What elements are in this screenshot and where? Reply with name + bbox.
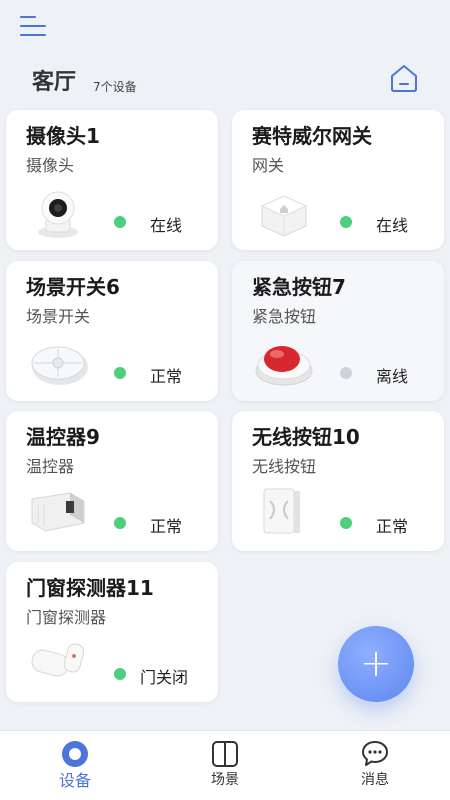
device-type: 场景开关: [26, 307, 91, 326]
tab-label: 场景: [211, 772, 239, 788]
menu-button[interactable]: [20, 14, 48, 38]
home-icon[interactable]: [388, 62, 420, 94]
device-status: 离线: [376, 367, 409, 386]
tab-scenes[interactable]: 场景: [150, 731, 300, 800]
device-name: 紧急按钮7: [252, 275, 346, 299]
device-card-camera[interactable]: 摄像头1 摄像头 在线: [6, 110, 218, 250]
device-status: 正常: [150, 367, 183, 386]
message-icon: [360, 739, 390, 769]
device-card-wireless-button[interactable]: 无线按钮10 无线按钮 正常: [232, 411, 444, 551]
device-name: 摄像头1: [26, 124, 100, 148]
device-name: 场景开关6: [26, 275, 120, 299]
wireless-button-image: [252, 479, 316, 543]
device-card-thermostat[interactable]: 温控器9 温控器 正常: [6, 411, 218, 551]
emergency-button-image: [252, 329, 316, 393]
door-sensor-image: [26, 630, 90, 694]
status-dot: [340, 517, 352, 529]
bottom-nav: 设备 场景 消息: [0, 730, 450, 800]
room-title: 客厅: [32, 70, 77, 95]
device-type: 无线按钮: [252, 457, 317, 476]
device-status: 在线: [150, 216, 183, 235]
device-card-gateway[interactable]: 赛特威尔网关 网关 在线: [232, 110, 444, 250]
menu-line: [20, 25, 46, 27]
menu-line: [20, 16, 36, 18]
plus-icon: +: [360, 641, 392, 685]
status-dot: [114, 367, 126, 379]
menu-line: [20, 34, 46, 36]
gateway-image: [252, 178, 316, 242]
device-name: 无线按钮10: [252, 425, 360, 449]
status-dot: [114, 668, 126, 680]
device-type: 网关: [252, 156, 285, 175]
add-device-button[interactable]: +: [338, 626, 414, 702]
thermostat-image: [26, 479, 90, 543]
scenes-icon: [210, 739, 240, 769]
device-card-scene-switch[interactable]: 场景开关6 场景开关 正常: [6, 261, 218, 401]
scene-switch-image: [26, 329, 90, 393]
device-status: 正常: [150, 517, 183, 536]
device-status: 门关闭: [140, 668, 189, 687]
devices-icon: [60, 739, 90, 769]
camera-image: [26, 178, 90, 242]
device-card-door-sensor[interactable]: 门窗探测器11 门窗探测器 门关闭: [6, 562, 218, 702]
tab-messages[interactable]: 消息: [300, 731, 450, 800]
device-status: 正常: [376, 517, 409, 536]
device-name: 温控器9: [26, 425, 100, 449]
tab-devices[interactable]: 设备: [0, 731, 150, 800]
status-dot: [114, 216, 126, 228]
device-count: 7个设备: [93, 80, 137, 94]
device-type: 摄像头: [26, 156, 75, 175]
device-name: 门窗探测器11: [26, 576, 154, 600]
tab-label: 设备: [58, 771, 91, 790]
status-dot: [114, 517, 126, 529]
tab-label: 消息: [361, 772, 389, 788]
status-dot: [340, 216, 352, 228]
device-type: 紧急按钮: [252, 307, 317, 326]
device-card-emergency-button[interactable]: 紧急按钮7 紧急按钮 离线: [232, 261, 444, 401]
device-type: 门窗探测器: [26, 608, 107, 627]
device-name: 赛特威尔网关: [252, 124, 372, 148]
status-dot: [340, 367, 352, 379]
device-status: 在线: [376, 216, 409, 235]
device-type: 温控器: [26, 457, 75, 476]
